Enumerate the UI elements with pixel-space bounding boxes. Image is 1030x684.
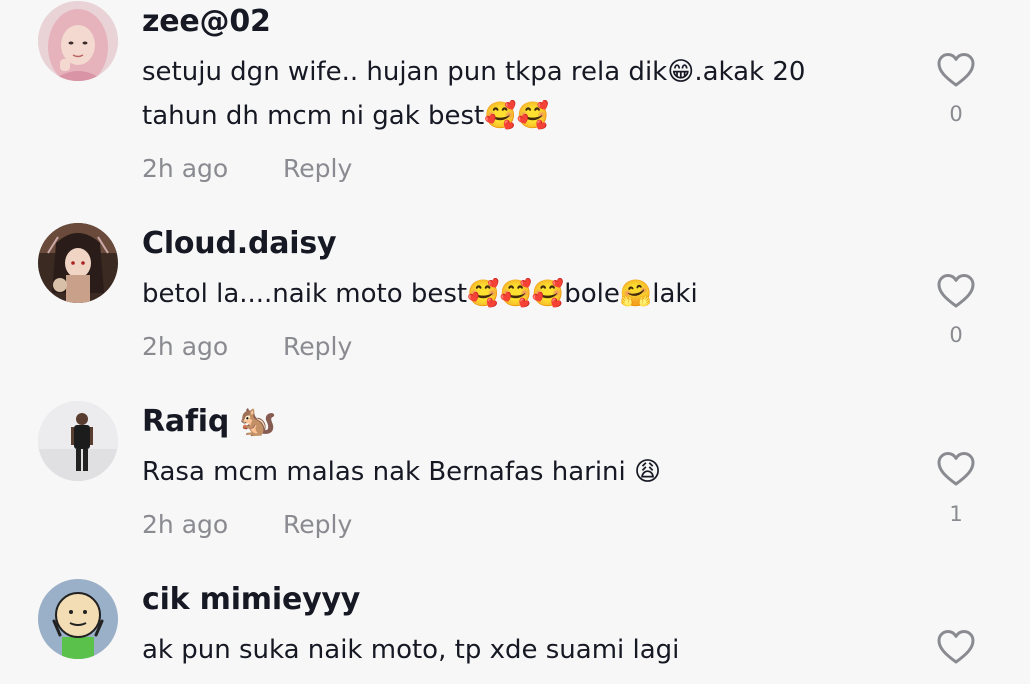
avatar[interactable] — [38, 401, 118, 481]
comment-timestamp: 2h ago — [142, 510, 229, 539]
comment-text: ak pun suka naik moto, tp xde suami lagi — [142, 628, 882, 672]
avatar-image — [38, 223, 118, 303]
reply-button[interactable]: Reply — [283, 154, 352, 183]
heart-outline-icon — [937, 53, 975, 87]
avatar[interactable] — [38, 223, 118, 303]
comment-text-line: ak pun suka naik moto, tp xde suami lagi — [142, 635, 680, 665]
comment-text-line: Rasa mcm malas nak Bernafas harini 😩 — [142, 457, 662, 487]
avatar[interactable] — [38, 1, 118, 81]
like-count: 0 — [949, 102, 963, 126]
avatar-image — [38, 401, 118, 481]
comment-timestamp: 2h ago — [142, 332, 229, 361]
comment-username[interactable]: Rafiq 🐿️ — [142, 404, 277, 439]
like-button[interactable] — [935, 271, 977, 311]
comment-text: Rasa mcm malas nak Bernafas harini 😩 — [142, 450, 882, 494]
like-button[interactable] — [935, 50, 977, 90]
comment-username[interactable]: zee@02 — [142, 4, 271, 39]
comment-text: betol la....naik moto best🥰🥰🥰bole🤗laki — [142, 272, 882, 316]
heart-outline-icon — [937, 452, 975, 486]
comment-text-line: tahun dh mcm ni gak best🥰🥰 — [142, 101, 549, 131]
comment-meta: 2h ago Reply — [142, 510, 352, 539]
like-button[interactable] — [935, 627, 977, 667]
heart-outline-icon — [937, 630, 975, 664]
reply-button[interactable]: Reply — [283, 510, 352, 539]
comment-text-line: setuju dgn wife.. hujan pun tkpa rela di… — [142, 57, 806, 87]
comment-username[interactable]: Cloud.daisy — [142, 226, 337, 261]
comment-meta: 2h ago Reply — [142, 154, 352, 183]
like-count: 1 — [949, 502, 963, 526]
heart-outline-icon — [937, 274, 975, 308]
comment-text: setuju dgn wife.. hujan pun tkpa rela di… — [142, 50, 882, 138]
avatar[interactable] — [38, 579, 118, 659]
reply-button[interactable]: Reply — [283, 332, 352, 361]
like-button[interactable] — [935, 449, 977, 489]
comment-username[interactable]: cik mimieyyy — [142, 582, 360, 617]
like-count: 0 — [949, 323, 963, 347]
avatar-image — [38, 579, 118, 659]
avatar-image — [38, 1, 118, 81]
comment-text-line: betol la....naik moto best🥰🥰🥰bole🤗laki — [142, 279, 698, 309]
comment-meta: 2h ago Reply — [142, 332, 352, 361]
comment-timestamp: 2h ago — [142, 154, 229, 183]
